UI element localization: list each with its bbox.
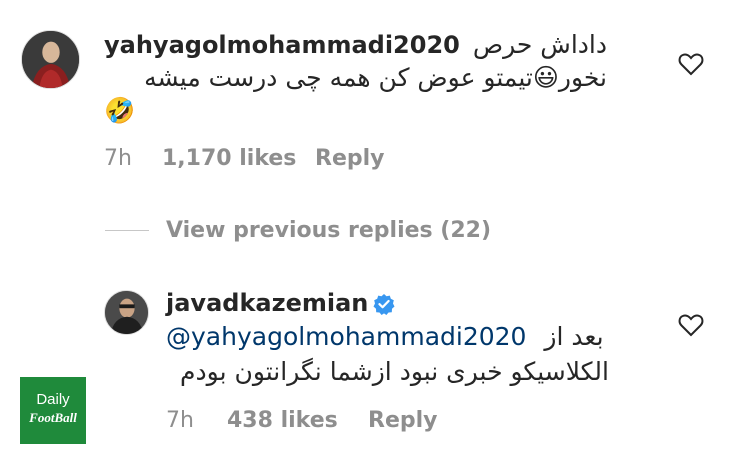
comment-2: javadkazemian @yahyagolmohammadi2020 بعد… [0, 280, 745, 440]
mention-link[interactable]: @yahyagolmohammadi2020 [166, 322, 526, 351]
like-heart-icon[interactable] [678, 52, 704, 76]
dailyfootball-logo: Daily FootBall [20, 377, 86, 444]
comment-username[interactable]: javadkazemian [166, 289, 368, 317]
replies-divider [105, 230, 149, 231]
comment-text-line-2: نخور😃تیمتو عوض کن همه چی درست میشه [144, 63, 607, 92]
logo-line-2: FootBall [29, 410, 77, 425]
avatar[interactable] [21, 30, 80, 89]
comment-time: 7h [166, 408, 194, 433]
comment-likes[interactable]: 438 likes [227, 408, 338, 433]
comment-likes[interactable]: 1,170 likes [162, 146, 296, 171]
comment-time: 7h [104, 146, 132, 171]
comment-1: yahyagolmohammadi2020 داداش حرص نخور😃تیم… [0, 0, 745, 190]
avatar[interactable] [104, 290, 149, 335]
profile-avatar-icon [22, 31, 79, 88]
comment-username[interactable]: yahyagolmohammadi2020 [104, 31, 460, 59]
comment-text-line-1: داداش حرص [472, 30, 607, 59]
reply-button[interactable]: Reply [315, 146, 385, 171]
comment-text-suffix: بعد از [544, 322, 604, 351]
profile-avatar-icon [105, 291, 148, 334]
like-heart-icon[interactable] [678, 313, 704, 337]
reply-button[interactable]: Reply [368, 408, 438, 433]
logo-line-1: Daily [36, 391, 70, 408]
view-previous-replies-button[interactable]: View previous replies (22) [166, 218, 491, 243]
comment-text-line-3: 🤣 [104, 96, 136, 125]
verified-badge-icon [373, 294, 395, 315]
comment-text-line-2: الکلاسیکو خبری نبود ازشما نگرانتون بودم [180, 357, 609, 386]
comment-text-line-1: @yahyagolmohammadi2020 بعد از [166, 322, 604, 351]
